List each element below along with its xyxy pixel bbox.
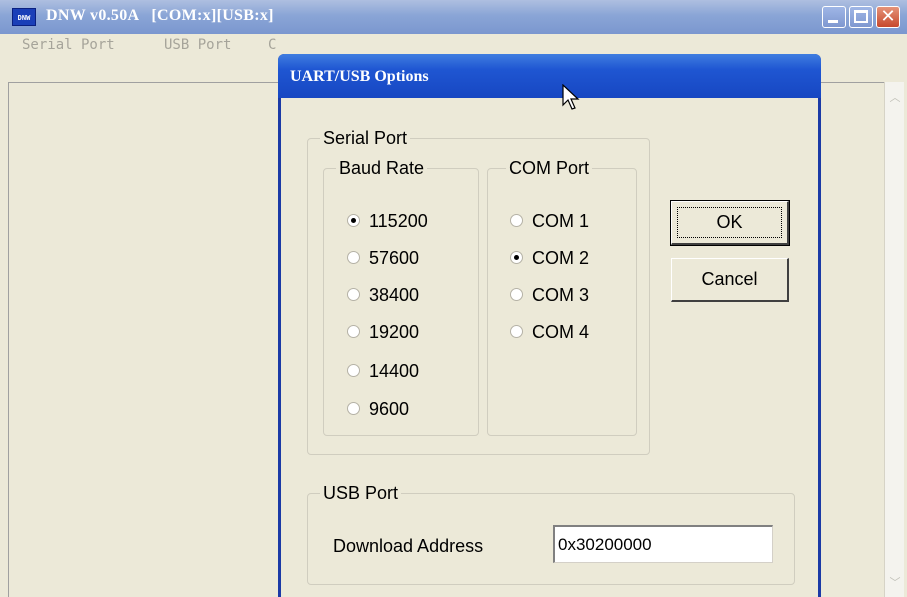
ok-button[interactable]: OK	[670, 200, 790, 246]
radio-button[interactable]	[510, 214, 523, 227]
radio-button[interactable]	[347, 288, 360, 301]
radio-button[interactable]	[347, 364, 360, 377]
serial-port-group: Serial Port Baud Rate 115200 57600 38400	[307, 128, 650, 455]
radio-button[interactable]	[347, 214, 360, 227]
radio-label: 115200	[369, 211, 428, 231]
radio-label: COM 1	[532, 211, 590, 231]
com-port-group: COM Port COM 1 COM 2 COM 3 COM 4	[487, 158, 637, 436]
serial-port-label: Serial Port	[320, 128, 411, 148]
radio-label: 14400	[369, 361, 420, 381]
mouse-cursor-icon	[562, 84, 580, 110]
download-address-label: Download Address	[333, 536, 484, 556]
dialog-title: UART/USB Options	[290, 68, 429, 85]
radio-button[interactable]	[347, 251, 360, 264]
cancel-button[interactable]: Cancel	[671, 258, 789, 302]
radio-label: 19200	[369, 322, 420, 342]
cancel-label: Cancel	[701, 269, 758, 289]
radio-button[interactable]	[510, 288, 523, 301]
radio-button[interactable]	[510, 325, 523, 338]
maximize-button[interactable]	[849, 6, 873, 28]
radio-label: COM 3	[532, 285, 590, 305]
minimize-icon	[828, 20, 838, 23]
scroll-down-icon[interactable]: ﹀	[885, 573, 905, 593]
dialog-title-bar[interactable]: UART/USB Options	[278, 54, 821, 98]
main-window-title: DNW v0.50A [COM:x][USB:x]	[46, 7, 274, 24]
download-address-input[interactable]	[553, 525, 773, 563]
menu-bar: Serial Port USB Port C	[0, 34, 907, 56]
main-title-bar[interactable]: DNW DNW v0.50A [COM:x][USB:x] ✕	[0, 0, 907, 34]
uart-usb-options-dialog: UART/USB Options Serial Port Baud Rate 1…	[278, 54, 821, 597]
radio-label: COM 2	[532, 248, 590, 268]
radio-button[interactable]	[347, 325, 360, 338]
menu-usb-port[interactable]: USB Port	[164, 37, 231, 53]
minimize-button[interactable]	[822, 6, 846, 28]
radio-label: 38400	[369, 285, 420, 305]
menu-serial-port[interactable]: Serial Port	[22, 37, 115, 53]
menu-configuration[interactable]: C	[268, 37, 276, 53]
baud-rate-label: Baud Rate	[336, 158, 428, 178]
radio-label: COM 4	[532, 322, 590, 342]
radio-label: 9600	[369, 399, 410, 419]
usb-port-label: USB Port	[320, 483, 402, 503]
maximize-icon	[854, 10, 868, 23]
com-port-label: COM Port	[506, 158, 593, 178]
baud-rate-group: Baud Rate 115200 57600 38400 19200 14400…	[323, 158, 479, 436]
radio-button[interactable]	[510, 251, 523, 264]
radio-button[interactable]	[347, 402, 360, 415]
radio-label: 57600	[369, 248, 420, 268]
close-button[interactable]: ✕	[876, 6, 900, 28]
dnw-app-icon[interactable]: DNW	[12, 8, 36, 26]
vertical-scrollbar[interactable]: ︿ ﹀	[884, 82, 904, 597]
scroll-up-icon[interactable]: ︿	[885, 88, 905, 108]
close-icon: ✕	[880, 6, 896, 27]
usb-port-group: USB Port Download Address	[307, 483, 795, 585]
focus-rectangle	[677, 207, 782, 238]
dialog-body: Serial Port Baud Rate 115200 57600 38400	[281, 98, 818, 597]
